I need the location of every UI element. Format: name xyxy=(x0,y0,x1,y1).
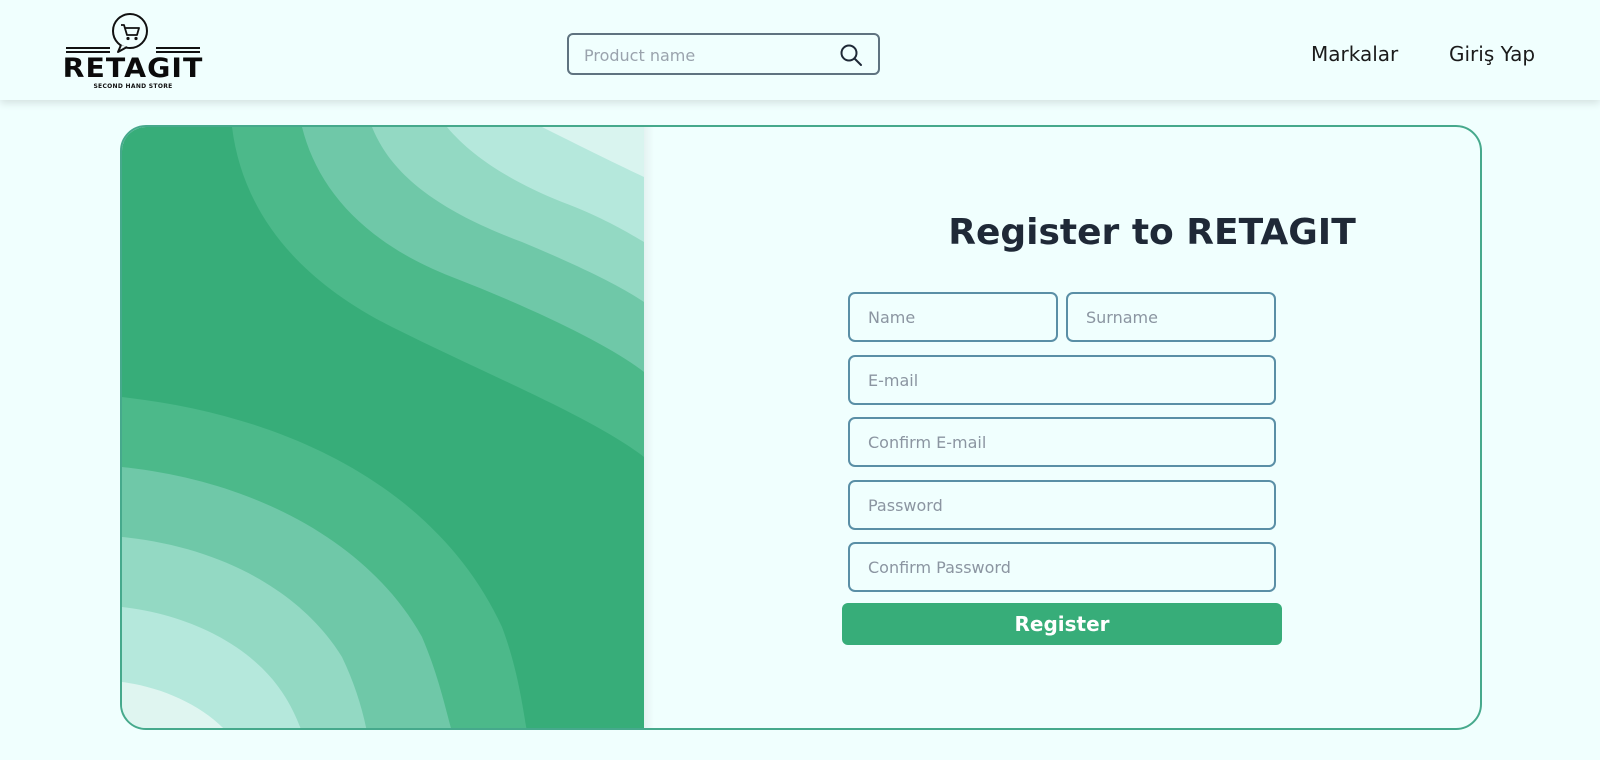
confirm-email-field[interactable] xyxy=(848,417,1276,467)
product-search-input[interactable] xyxy=(584,43,834,67)
register-card: Register to RETAGIT Register xyxy=(120,125,1482,730)
search-icon[interactable] xyxy=(839,43,863,67)
email-field[interactable] xyxy=(848,355,1276,405)
confirm-password-field[interactable] xyxy=(848,542,1276,592)
nav-login-link[interactable]: Giriş Yap xyxy=(1449,42,1535,66)
logo-subtitle: SECOND HAND STORE xyxy=(93,83,173,90)
register-button[interactable]: Register xyxy=(842,603,1282,645)
password-field[interactable] xyxy=(848,480,1276,530)
retagit-logo[interactable]: RETAGIT SECOND HAND STORE xyxy=(63,11,202,91)
top-navbar: RETAGIT SECOND HAND STORE Markalar Giriş… xyxy=(0,0,1600,100)
logo-text: RETAGIT xyxy=(62,53,204,84)
product-search-box xyxy=(567,33,880,75)
surname-field[interactable] xyxy=(1066,292,1276,342)
shopping-cart-icon xyxy=(112,13,148,53)
name-field[interactable] xyxy=(848,292,1058,342)
register-title: Register to RETAGIT xyxy=(948,212,1356,253)
decorative-wave-illustration xyxy=(122,127,644,728)
nav-brands-link[interactable]: Markalar xyxy=(1311,42,1398,66)
illustration-edge-shadow xyxy=(644,127,654,728)
